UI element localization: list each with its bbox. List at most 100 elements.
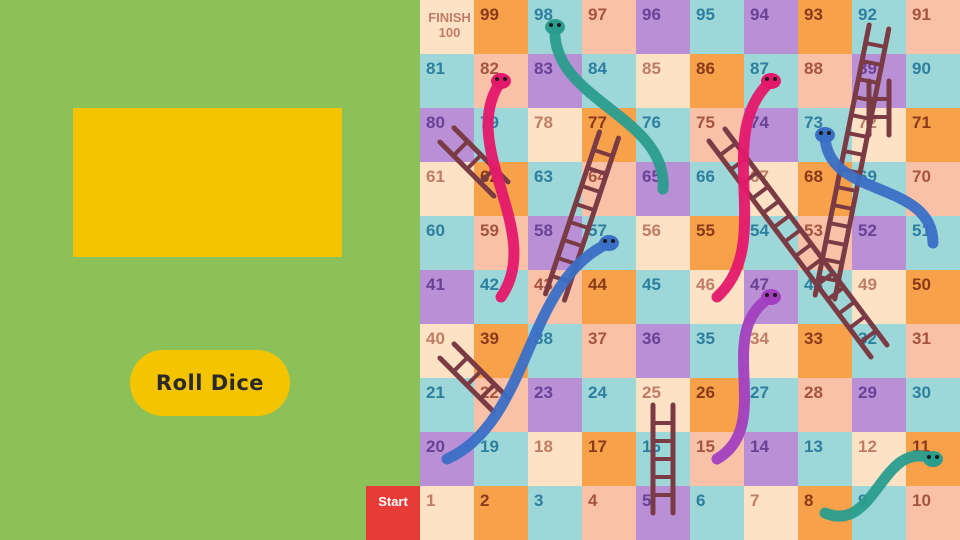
cell-number: 21 bbox=[426, 383, 445, 402]
cell-number: 84 bbox=[588, 59, 607, 78]
board-cell-25: 25 bbox=[636, 378, 690, 432]
board-cell-74: 74 bbox=[744, 108, 798, 162]
board-cell-46: 46 bbox=[690, 270, 744, 324]
board-cell-58: 58 bbox=[528, 216, 582, 270]
cell-number: 43 bbox=[534, 275, 553, 294]
cell-number: 81 bbox=[426, 59, 445, 78]
cell-number: 10 bbox=[912, 491, 931, 510]
board-cell-45: 45 bbox=[636, 270, 690, 324]
board-cell-57: 57 bbox=[582, 216, 636, 270]
cell-number: 24 bbox=[588, 383, 607, 402]
cell-number: 6 bbox=[696, 491, 706, 510]
board-cell-10: 10 bbox=[906, 486, 960, 540]
board-cell-41: 41 bbox=[420, 270, 474, 324]
cell-number: 86 bbox=[696, 59, 715, 78]
board-cell-66: 66 bbox=[690, 162, 744, 216]
cell-number: 59 bbox=[480, 221, 499, 240]
board-cell-78: 78 bbox=[528, 108, 582, 162]
cell-number: 89 bbox=[858, 59, 877, 78]
cell-number: 26 bbox=[696, 383, 715, 402]
board-cell-90: 90 bbox=[906, 54, 960, 108]
board-cell-94: 94 bbox=[744, 0, 798, 54]
board-cell-17: 17 bbox=[582, 432, 636, 486]
board-cell-5: 5 bbox=[636, 486, 690, 540]
board-cell-75: 75 bbox=[690, 108, 744, 162]
board-cell-16: 16 bbox=[636, 432, 690, 486]
cell-number: 78 bbox=[534, 113, 553, 132]
board-cell-70: 70 bbox=[906, 162, 960, 216]
cell-number: 38 bbox=[534, 329, 553, 348]
cell-number: 9 bbox=[858, 491, 868, 510]
cell-number: 95 bbox=[696, 5, 715, 24]
cell-number: 12 bbox=[858, 437, 877, 456]
board-cell-12: 12 bbox=[852, 432, 906, 486]
board-cell-87: 87 bbox=[744, 54, 798, 108]
board-cell-8: 8 bbox=[798, 486, 852, 540]
board-cell-56: 56 bbox=[636, 216, 690, 270]
board-cell-19: 19 bbox=[474, 432, 528, 486]
board-cell-81: 81 bbox=[420, 54, 474, 108]
cell-number: 5 bbox=[642, 491, 652, 510]
cell-number: 80 bbox=[426, 113, 445, 132]
board-cell-26: 26 bbox=[690, 378, 744, 432]
board-cell-68: 68 bbox=[798, 162, 852, 216]
board-cell-93: 93 bbox=[798, 0, 852, 54]
board-cell-24: 24 bbox=[582, 378, 636, 432]
cell-number: 49 bbox=[858, 275, 877, 294]
board-cell-44: 44 bbox=[582, 270, 636, 324]
board-cell-67: 67 bbox=[744, 162, 798, 216]
cell-number: 28 bbox=[804, 383, 823, 402]
cell-number: 82 bbox=[480, 59, 499, 78]
board-cell-63: 63 bbox=[528, 162, 582, 216]
board-cell-22: 22 bbox=[474, 378, 528, 432]
roll-dice-button[interactable]: Roll Dice bbox=[130, 350, 290, 416]
board-cell-76: 76 bbox=[636, 108, 690, 162]
cell-number: 74 bbox=[750, 113, 769, 132]
cell-number: 20 bbox=[426, 437, 445, 456]
cell-number: 48 bbox=[804, 275, 823, 294]
board-cell-36: 36 bbox=[636, 324, 690, 378]
board-cell-21: 21 bbox=[420, 378, 474, 432]
cell-number: 54 bbox=[750, 221, 769, 240]
cell-number: 18 bbox=[534, 437, 553, 456]
board-cell-61: 61 bbox=[420, 162, 474, 216]
cell-number: 35 bbox=[696, 329, 715, 348]
board-cell-96: 96 bbox=[636, 0, 690, 54]
cell-number: 45 bbox=[642, 275, 661, 294]
cell-number: 23 bbox=[534, 383, 553, 402]
board-cell-80: 80 bbox=[420, 108, 474, 162]
cell-number: 85 bbox=[642, 59, 661, 78]
board-cell-38: 38 bbox=[528, 324, 582, 378]
board-cell-89: 89 bbox=[852, 54, 906, 108]
board-cell-32: 32 bbox=[852, 324, 906, 378]
board-cell-9: 9 bbox=[852, 486, 906, 540]
board-cell-48: 48 bbox=[798, 270, 852, 324]
board-cell-43: 43 bbox=[528, 270, 582, 324]
cell-number: 100 bbox=[438, 25, 461, 40]
cell-number: 68 bbox=[804, 167, 823, 186]
board-cell-84: 84 bbox=[582, 54, 636, 108]
board-cell-85: 85 bbox=[636, 54, 690, 108]
cell-number: 3 bbox=[534, 491, 544, 510]
board-cell-40: 40 bbox=[420, 324, 474, 378]
cell-number: 47 bbox=[750, 275, 769, 294]
board-cell-1: 1 bbox=[420, 486, 474, 540]
cell-number: 33 bbox=[804, 329, 823, 348]
board-cell-88: 88 bbox=[798, 54, 852, 108]
cell-number: 15 bbox=[696, 437, 715, 456]
cell-number: 71 bbox=[912, 113, 931, 132]
board-cell-4: 4 bbox=[582, 486, 636, 540]
cell-number: 22 bbox=[480, 383, 499, 402]
board-cell-11: 11 bbox=[906, 432, 960, 486]
start-tile: Start bbox=[366, 486, 420, 540]
cell-number: 60 bbox=[426, 221, 445, 240]
board-cell-39: 39 bbox=[474, 324, 528, 378]
board-cell-64: 64 bbox=[582, 162, 636, 216]
board-cell-73: 73 bbox=[798, 108, 852, 162]
board-cell-60: 60 bbox=[420, 216, 474, 270]
board-cell-83: 83 bbox=[528, 54, 582, 108]
board-cell-65: 65 bbox=[636, 162, 690, 216]
board-cell-30: 30 bbox=[906, 378, 960, 432]
cell-number: 91 bbox=[912, 5, 931, 24]
cell-number: 64 bbox=[588, 167, 607, 186]
